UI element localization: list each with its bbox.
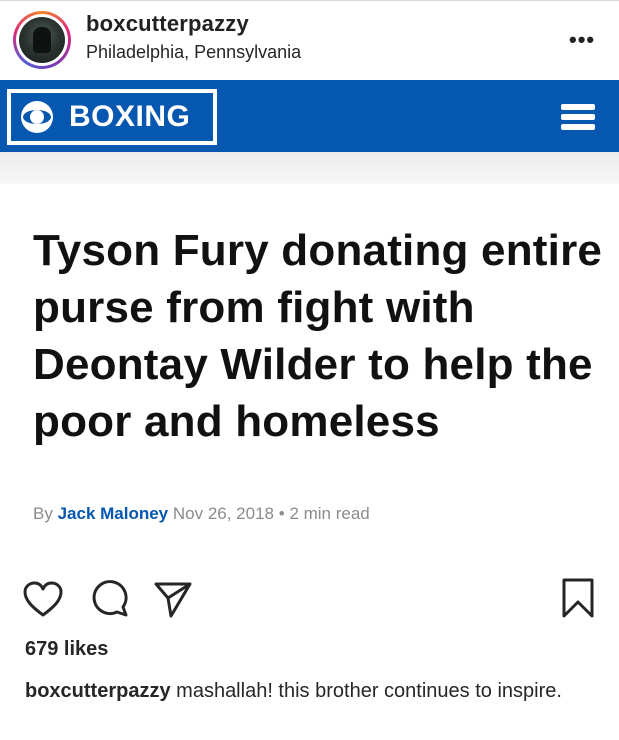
- location-link[interactable]: Philadelphia, Pennsylvania: [86, 42, 301, 63]
- menu-bar: [561, 114, 595, 120]
- heart-icon[interactable]: [22, 580, 64, 623]
- menu-bar: [561, 124, 595, 130]
- caption-username[interactable]: boxcutterpazzy: [25, 680, 171, 702]
- cbs-eye-icon: [21, 101, 53, 133]
- article-headline: Tyson Fury donating entire purse from fi…: [33, 226, 603, 446]
- byline-read-time: 2 min read: [289, 504, 370, 523]
- likes-count[interactable]: 679 likes: [25, 638, 108, 661]
- comment-icon[interactable]: [90, 578, 130, 623]
- byline-prefix: By: [33, 504, 53, 523]
- avatar-ring-gap: [16, 14, 68, 66]
- article-byline: By Jack Maloney Nov 26, 2018 • 2 min rea…: [33, 504, 370, 524]
- cbs-nav-bar: BOXING: [0, 80, 619, 152]
- brand-label: BOXING: [69, 100, 191, 133]
- brand-logo-inner: BOXING: [11, 93, 213, 141]
- post-caption: boxcutterpazzy mashallah! this brother c…: [25, 677, 605, 705]
- share-icon[interactable]: [153, 579, 193, 624]
- article-image: Tyson Fury donating entire purse from fi…: [0, 152, 619, 552]
- caption-text: mashallah! this brother continues to ins…: [176, 680, 562, 702]
- menu-bar: [561, 104, 595, 110]
- more-options-icon[interactable]: •••: [569, 27, 595, 53]
- byline-separator: •: [278, 504, 285, 523]
- brand-logo: BOXING: [7, 89, 217, 145]
- avatar[interactable]: [13, 11, 71, 69]
- article-top-band: [0, 152, 619, 184]
- hamburger-menu-icon: [561, 104, 595, 130]
- bookmark-icon[interactable]: [560, 577, 596, 624]
- byline-date: Nov 26, 2018: [172, 504, 275, 523]
- post-header: boxcutterpazzy Philadelphia, Pennsylvani…: [0, 0, 619, 80]
- cbs-eye-pupil: [30, 110, 44, 124]
- avatar-figure: [33, 27, 51, 53]
- avatar-photo: [19, 17, 65, 63]
- username-link[interactable]: boxcutterpazzy: [86, 11, 249, 37]
- post-actions-row: [0, 570, 619, 630]
- byline-author: Jack Maloney: [57, 504, 169, 523]
